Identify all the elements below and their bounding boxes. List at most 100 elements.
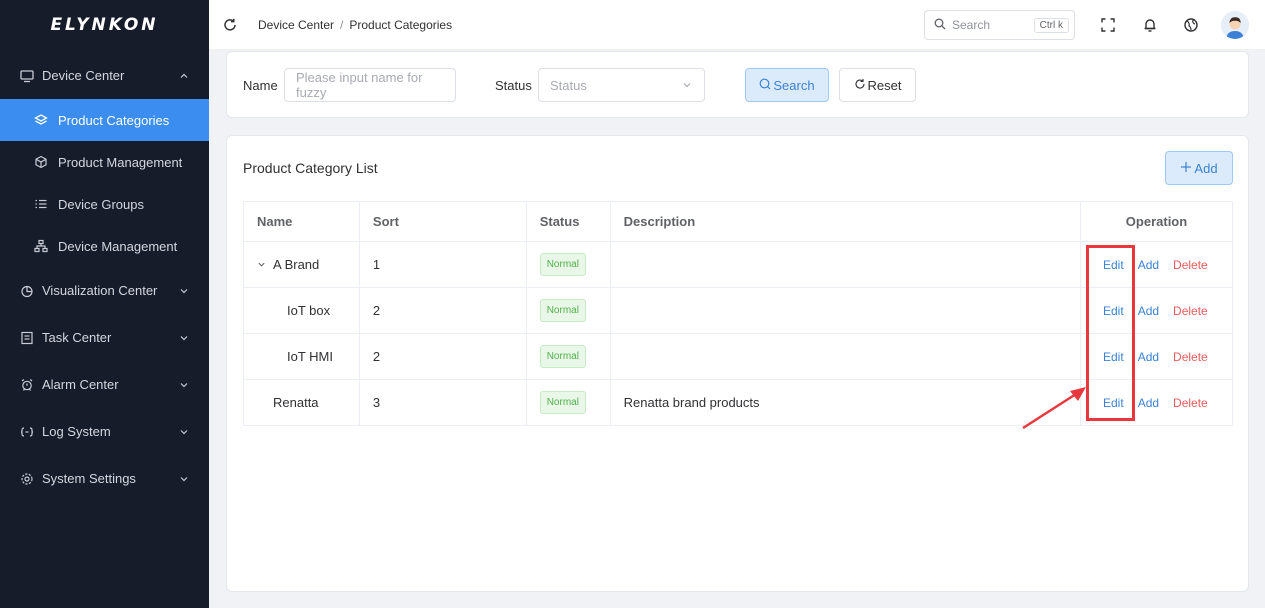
header-search[interactable]: Search Ctrl k [924, 10, 1075, 40]
cell-status: Normal [525, 333, 611, 380]
status-filter-label: Status [495, 78, 532, 93]
sidebar-group-label: System Settings [42, 471, 136, 486]
reset-button[interactable]: Reset [839, 68, 916, 102]
delete-link[interactable]: Delete [1173, 396, 1208, 410]
edit-link[interactable]: Edit [1103, 304, 1124, 318]
gear-icon [20, 472, 34, 486]
fullscreen-icon[interactable] [1098, 15, 1118, 35]
log-brackets-icon [20, 425, 34, 439]
chevron-down-icon [179, 380, 189, 390]
list-icon [34, 197, 48, 211]
column-header-name: Name [243, 201, 360, 242]
row-name: A Brand [273, 257, 320, 272]
name-filter-input[interactable]: Please input name for fuzzy [284, 68, 456, 102]
chevron-down-icon [179, 333, 189, 343]
globe-icon[interactable] [1181, 15, 1201, 35]
cell-operation: Edit Add Delete [1080, 287, 1233, 334]
sidebar-item-label: Product Management [58, 154, 183, 170]
bell-icon[interactable] [1140, 15, 1160, 35]
column-header-description: Description [609, 201, 1082, 242]
sidebar-item-label: Device Groups [58, 196, 144, 212]
edit-link[interactable]: Edit [1103, 396, 1124, 410]
column-header-operation: Operation [1080, 201, 1233, 242]
breadcrumb-separator: / [340, 17, 344, 32]
refresh-icon[interactable] [222, 17, 238, 33]
header-search-placeholder: Search [952, 18, 991, 32]
search-button[interactable]: Search [745, 68, 829, 102]
avatar[interactable] [1221, 11, 1249, 39]
delete-link[interactable]: Delete [1173, 258, 1208, 272]
cell-operation: Edit Add Delete [1080, 333, 1233, 380]
status-filter-placeholder: Status [550, 77, 587, 93]
cell-sort: 2 [358, 287, 527, 334]
sidebar-group-label: Device Center [42, 68, 125, 83]
search-icon [934, 18, 946, 33]
add-link[interactable]: Add [1138, 304, 1159, 318]
cell-status: Normal [525, 241, 611, 288]
add-link[interactable]: Add [1138, 258, 1159, 272]
table-header-row: Name Sort Status Description Operation [243, 201, 1233, 242]
cell-name: Renatta [243, 379, 360, 426]
cell-name: A Brand [243, 241, 360, 288]
search-shortcut-badge: Ctrl k [1033, 17, 1069, 33]
cell-status: Normal [525, 379, 611, 426]
sidebar-group-log-system[interactable]: Log System [0, 408, 209, 455]
name-filter-label: Name [243, 78, 278, 93]
breadcrumb: Device Center / Product Categories [258, 18, 452, 32]
table-row: A Brand 1 Normal Edit Add Delete [243, 241, 1233, 288]
status-badge: Normal [539, 253, 586, 276]
sidebar-group-task-center[interactable]: Task Center [0, 314, 209, 361]
sidebar-item-product-categories[interactable]: Product Categories [0, 99, 209, 141]
sidebar: ELYNKON Device Center Product Categories… [0, 0, 209, 608]
cell-description: Renatta brand products [609, 379, 1082, 426]
breadcrumb-item-product-categories: Product Categories [349, 17, 453, 32]
delete-link[interactable]: Delete [1173, 304, 1208, 318]
task-list-icon [20, 331, 34, 345]
list-title: Product Category List [243, 160, 378, 176]
chevron-down-icon[interactable] [257, 257, 267, 272]
cube-icon [34, 155, 48, 169]
monitor-icon [20, 69, 34, 83]
status-filter-select[interactable]: Status [538, 68, 705, 102]
search-button-label: Search [773, 77, 815, 93]
cell-status: Normal [525, 287, 611, 334]
sidebar-item-device-groups[interactable]: Device Groups [0, 183, 209, 225]
sidebar-group-label: Task Center [42, 330, 112, 345]
category-table: Name Sort Status Description Operation A… [243, 201, 1233, 426]
sidebar-group-visualization-center[interactable]: Visualization Center [0, 267, 209, 314]
add-link[interactable]: Add [1138, 396, 1159, 410]
sidebar-item-label: Product Categories [58, 112, 170, 128]
sidebar-item-device-management[interactable]: Device Management [0, 225, 209, 267]
alarm-clock-icon [20, 378, 34, 392]
top-header: Device Center / Product Categories Searc… [209, 0, 1265, 50]
status-badge: Normal [539, 299, 586, 322]
edit-link[interactable]: Edit [1103, 350, 1124, 364]
delete-link[interactable]: Delete [1173, 350, 1208, 364]
sidebar-group-system-settings[interactable]: System Settings [0, 455, 209, 502]
filter-panel: Name Please input name for fuzzy Status … [226, 51, 1249, 118]
sidebar-item-product-management[interactable]: Product Management [0, 141, 209, 183]
chart-pie-icon [20, 284, 34, 298]
chevron-down-icon [179, 286, 189, 296]
add-button-label: Add [1194, 160, 1218, 176]
cell-sort: 2 [358, 333, 527, 380]
sidebar-group-label: Alarm Center [42, 377, 119, 392]
chevron-down-icon [682, 78, 692, 93]
add-category-button[interactable]: Add [1165, 151, 1233, 185]
status-badge: Normal [539, 345, 586, 368]
cell-name: IoT box [243, 287, 360, 334]
column-header-status: Status [525, 201, 611, 242]
chevron-down-icon [179, 474, 189, 484]
plus-icon [1180, 161, 1192, 176]
edit-link[interactable]: Edit [1103, 258, 1124, 272]
column-header-sort: Sort [358, 201, 527, 242]
sidebar-group-device-center[interactable]: Device Center [0, 52, 209, 99]
reset-button-label: Reset [867, 77, 902, 93]
table-row: IoT HMI 2 Normal Edit Add Delete [243, 333, 1233, 380]
breadcrumb-item-device-center[interactable]: Device Center [258, 18, 334, 32]
sidebar-group-alarm-center[interactable]: Alarm Center [0, 361, 209, 408]
add-link[interactable]: Add [1138, 350, 1159, 364]
chevron-up-icon [179, 71, 189, 81]
logo: ELYNKON [50, 15, 159, 35]
status-badge: Normal [539, 391, 586, 414]
